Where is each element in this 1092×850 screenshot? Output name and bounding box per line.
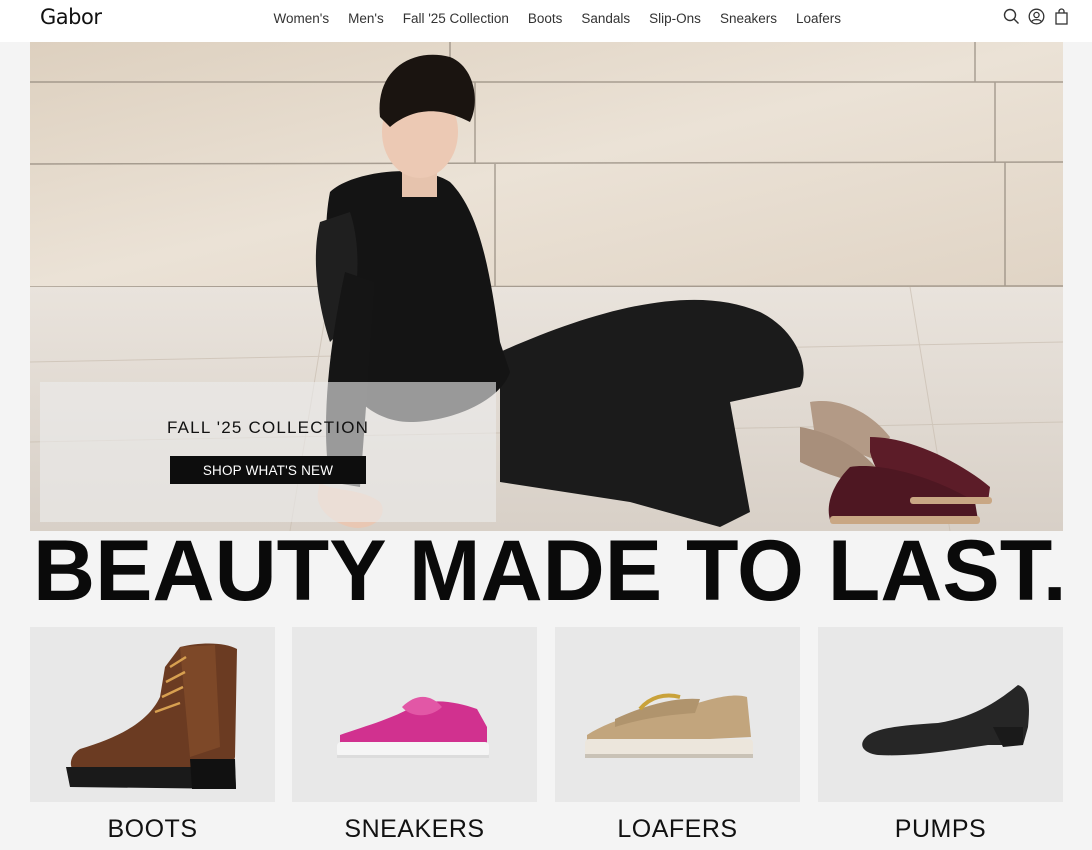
account-icon[interactable] [1028, 8, 1045, 25]
nav-boots[interactable]: Boots [518, 11, 572, 26]
pump-image [862, 685, 1029, 756]
category-label-loafers[interactable]: LOAFERS [555, 815, 800, 844]
category-label-pumps[interactable]: PUMPS [818, 815, 1063, 844]
nav-womens[interactable]: Women's [264, 11, 339, 26]
sneaker-image [337, 696, 489, 758]
shop-whats-new-button[interactable]: SHOP WHAT'S NEW [170, 456, 366, 484]
nav-loafers[interactable]: Loafers [786, 11, 850, 26]
boot-image [66, 643, 237, 789]
bag-icon[interactable] [1053, 8, 1070, 25]
loafer-image [585, 693, 753, 758]
category-card-boots[interactable] [30, 627, 275, 802]
category-label-sneakers[interactable]: SNEAKERS [292, 815, 537, 844]
main-nav: Women's Men's Fall '25 Collection Boots … [264, 0, 851, 36]
category-card-pumps[interactable] [818, 627, 1063, 802]
site-header: Gabor Women's Men's Fall '25 Collection … [0, 0, 1092, 42]
category-label-boots[interactable]: BOOTS [30, 815, 275, 844]
headline: BEAUTY MADE TO LAST. [33, 523, 1067, 619]
search-icon[interactable] [1003, 8, 1020, 25]
nav-slip-ons[interactable]: Slip-Ons [640, 11, 711, 26]
nav-fall-collection[interactable]: Fall '25 Collection [393, 11, 518, 26]
nav-mens[interactable]: Men's [339, 11, 394, 26]
nav-sandals[interactable]: Sandals [572, 11, 640, 26]
promo-title: FALL '25 COLLECTION [167, 418, 370, 437]
promo-panel: FALL '25 COLLECTION SHOP WHAT'S NEW [40, 382, 496, 522]
category-card-loafers[interactable] [555, 627, 800, 802]
logo[interactable]: Gabor [40, 5, 102, 29]
category-card-sneakers[interactable] [292, 627, 537, 802]
hero-banner[interactable]: FALL '25 COLLECTION SHOP WHAT'S NEW [30, 42, 1063, 531]
nav-sneakers[interactable]: Sneakers [710, 11, 786, 26]
header-icons [1003, 8, 1070, 25]
